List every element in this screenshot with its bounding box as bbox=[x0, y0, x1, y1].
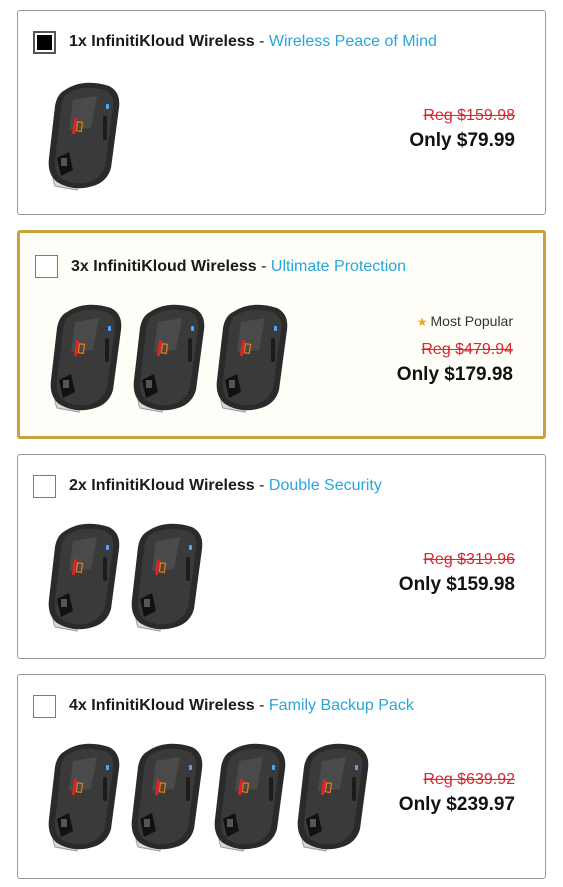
option-subtitle: Family Backup Pack bbox=[268, 697, 414, 714]
option-subtitle: Ultimate Protection bbox=[270, 258, 407, 275]
option-qty-title: 2x InfinitiKloud Wireless bbox=[69, 477, 255, 494]
star-icon: ★ bbox=[416, 315, 428, 329]
price-block: Reg $639.92 Only $239.97 bbox=[399, 771, 515, 816]
price-block: ★ Most Popular Reg $479.94 Only $179.98 bbox=[397, 313, 513, 386]
option-checkbox-1x[interactable] bbox=[33, 31, 56, 54]
option-title: 1x InfinitiKloud Wireless - Wireless Pea… bbox=[69, 33, 437, 51]
option-separator: - bbox=[254, 477, 269, 494]
device-image bbox=[43, 739, 123, 857]
option-title: 2x InfinitiKloud Wireless - Double Secur… bbox=[69, 477, 382, 495]
device-image bbox=[128, 300, 208, 418]
badge-label: Most Popular bbox=[430, 313, 513, 329]
device-image bbox=[43, 78, 123, 196]
option-checkbox-4x[interactable] bbox=[33, 695, 56, 718]
option-card-2x[interactable]: 2x InfinitiKloud Wireless - Double Secur… bbox=[17, 454, 546, 659]
most-popular-badge: ★ Most Popular bbox=[397, 313, 513, 329]
option-qty-title: 3x InfinitiKloud Wireless bbox=[71, 258, 257, 275]
device-image bbox=[209, 739, 289, 857]
regular-price: Reg $479.94 bbox=[421, 341, 513, 358]
price-block: Reg $319.96 Only $159.98 bbox=[399, 551, 515, 596]
option-subtitle: Double Security bbox=[268, 477, 382, 494]
option-title: 4x InfinitiKloud Wireless - Family Backu… bbox=[69, 697, 414, 715]
option-card-4x[interactable]: 4x InfinitiKloud Wireless - Family Backu… bbox=[17, 674, 546, 879]
device-image bbox=[126, 519, 206, 637]
option-qty-title: 1x InfinitiKloud Wireless bbox=[69, 33, 255, 50]
device-image bbox=[45, 300, 125, 418]
regular-price: Reg $159.98 bbox=[423, 107, 515, 124]
regular-price: Reg $319.96 bbox=[423, 551, 515, 568]
sale-price: Only $159.98 bbox=[398, 574, 515, 595]
regular-price: Reg $639.92 bbox=[423, 771, 515, 788]
sale-price: Only $79.99 bbox=[409, 130, 515, 151]
device-image bbox=[43, 519, 123, 637]
sale-price: Only $179.98 bbox=[396, 364, 513, 385]
option-subtitle: Wireless Peace of Mind bbox=[268, 33, 437, 50]
device-image bbox=[126, 739, 206, 857]
option-qty-title: 4x InfinitiKloud Wireless bbox=[69, 697, 255, 714]
option-checkbox-2x[interactable] bbox=[33, 475, 56, 498]
option-checkbox-3x[interactable] bbox=[35, 255, 58, 278]
option-separator: - bbox=[254, 697, 269, 714]
device-image bbox=[292, 739, 372, 857]
sale-price: Only $239.97 bbox=[398, 794, 515, 815]
option-title: 3x InfinitiKloud Wireless - Ultimate Pro… bbox=[71, 258, 406, 276]
option-card-3x[interactable]: 3x InfinitiKloud Wireless - Ultimate Pro… bbox=[17, 230, 546, 439]
option-separator: - bbox=[256, 258, 271, 275]
option-card-1x[interactable]: 1x InfinitiKloud Wireless - Wireless Pea… bbox=[17, 10, 546, 215]
price-block: Reg $159.98 Only $79.99 bbox=[409, 107, 515, 152]
device-image bbox=[211, 300, 291, 418]
option-separator: - bbox=[254, 33, 269, 50]
